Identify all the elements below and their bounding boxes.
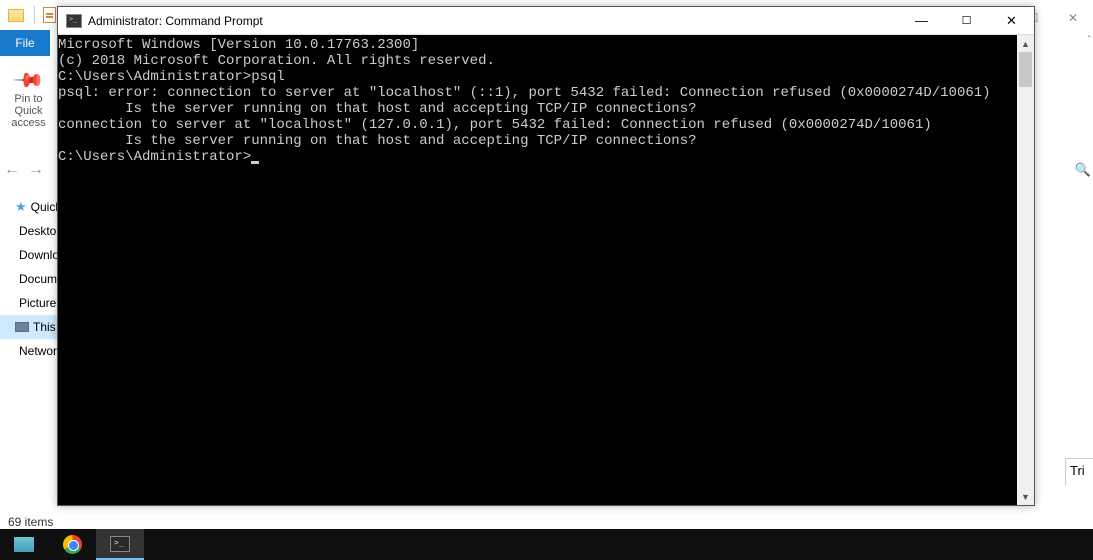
scroll-track[interactable]	[1017, 52, 1034, 488]
ribbon-collapse-icon[interactable]: ˆ	[1088, 35, 1091, 46]
taskbar-chrome[interactable]	[48, 529, 96, 560]
close-button[interactable]: ✕	[989, 7, 1034, 35]
close-icon[interactable]: ✕	[1053, 8, 1093, 28]
sidebar-item-desktop[interactable]: Desktop	[5, 219, 57, 243]
sidebar-item-documents[interactable]: Documents	[5, 267, 57, 291]
explorer-nav-arrows: ← →	[0, 155, 57, 185]
pin-to-quick-access[interactable]: 📌 Pin to Quick access	[0, 58, 57, 129]
file-explorer-icon	[14, 537, 34, 552]
scroll-up-button[interactable]: ▲	[1017, 35, 1034, 52]
sidebar-item-downloads[interactable]: Downloads	[5, 243, 57, 267]
back-button[interactable]: ←	[0, 161, 24, 179]
trial-panel: Tri	[1065, 458, 1093, 486]
separator	[34, 6, 35, 24]
cmd-body: Microsoft Windows [Version 10.0.17763.23…	[58, 35, 1034, 505]
sidebar-item-network[interactable]: Network	[5, 339, 57, 363]
search-icon[interactable]: 🔍	[1075, 162, 1091, 178]
document-icon[interactable]	[43, 7, 56, 23]
minimize-button[interactable]: —	[899, 7, 944, 35]
taskbar-command-prompt[interactable]	[96, 529, 144, 560]
pc-icon	[15, 322, 29, 332]
forward-button[interactable]: →	[24, 161, 48, 179]
cmd-terminal[interactable]: Microsoft Windows [Version 10.0.17763.23…	[58, 35, 1017, 505]
scroll-thumb[interactable]	[1019, 52, 1032, 87]
scroll-down-button[interactable]: ▼	[1017, 488, 1034, 505]
explorer-sidebar: ★Quick Desktop Downloads Documents Pictu…	[5, 195, 57, 363]
ribbon-file-tab[interactable]: File	[0, 30, 50, 56]
star-icon: ★	[15, 199, 27, 215]
command-prompt-window: Administrator: Command Prompt — ☐ ✕ Micr…	[57, 6, 1035, 506]
cmd-title: Administrator: Command Prompt	[88, 14, 263, 28]
cmd-window-controls: — ☐ ✕	[899, 7, 1034, 35]
chrome-icon	[63, 535, 82, 554]
cmd-icon	[66, 14, 82, 28]
folder-icon	[8, 9, 24, 22]
sidebar-item-pictures[interactable]: Pictures	[5, 291, 57, 315]
cmd-scrollbar[interactable]: ▲ ▼	[1017, 35, 1034, 505]
cmd-titlebar[interactable]: Administrator: Command Prompt — ☐ ✕	[58, 7, 1034, 35]
taskbar	[0, 529, 1093, 560]
sidebar-item-this-pc[interactable]: This	[0, 315, 57, 339]
taskbar-file-explorer[interactable]	[0, 529, 48, 560]
terminal-icon	[110, 536, 130, 552]
maximize-button[interactable]: ☐	[944, 7, 989, 35]
sidebar-item-quick[interactable]: ★Quick	[5, 195, 57, 219]
explorer-statusbar: 69 items	[8, 515, 53, 529]
